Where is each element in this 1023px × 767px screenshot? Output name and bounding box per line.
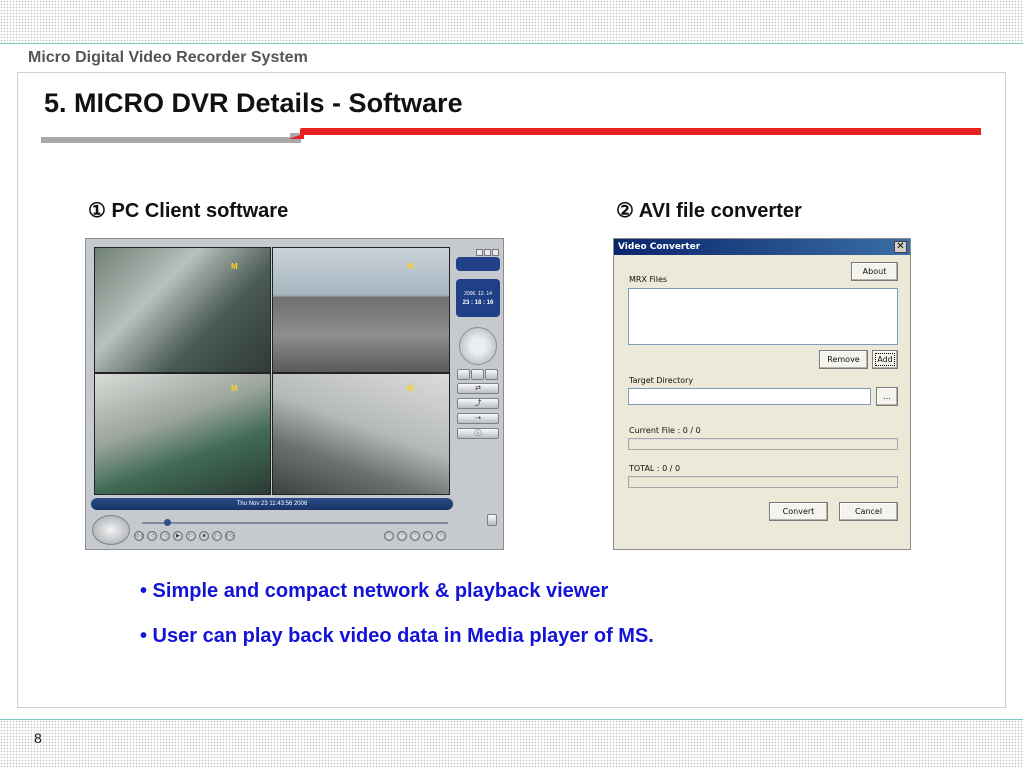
step-forward-button[interactable]: ▷ [186,531,196,541]
target-directory-input[interactable] [628,388,871,405]
split-1-button[interactable] [457,369,470,380]
convert-button[interactable]: Convert [769,502,828,521]
info-icon[interactable]: ⓘ [457,428,499,439]
reverse-play-button[interactable]: ◁ [160,531,170,541]
date-text: 2006. 12. 14 [464,291,492,297]
dialog-title-bar: Video Converter [614,239,910,255]
about-button[interactable]: About [851,262,898,281]
status-bar-time: Thu Nov 23 11:43:56 2006 [91,498,453,510]
fast-forward-button[interactable]: ▷▷ [225,531,235,541]
title-underline-red [300,128,981,135]
camera-mark: M [407,262,414,271]
bottom-dotted-band [0,719,1023,767]
seek-handle[interactable] [164,519,171,526]
total-progress [628,476,898,488]
ptz-dial-icon[interactable] [459,327,497,365]
camera-view-1[interactable]: M [94,247,271,373]
camera-view-2[interactable]: M [272,247,450,373]
record-option-button[interactable]: ○ [384,531,394,541]
control-side-panel: 2006. 12. 14 23 : 18 : 16 ⇄ ⤴ ⇢ ⓘ [454,247,501,495]
title-underline-gray [41,137,301,143]
mode-indicator [456,257,500,271]
camera-mark: M [231,262,238,271]
current-file-progress [628,438,898,450]
seek-bar[interactable] [142,522,448,524]
total-label: TOTAL : 0 / 0 [629,464,681,473]
presentation-header: Micro Digital Video Recorder System [28,49,308,66]
step-back-button[interactable]: ◁ [147,531,157,541]
pc-client-window: M M M M 2006. 12. 14 23 : 18 : 16 ⇄ ⤴ ⇢ … [85,238,504,550]
avi-converter-caption: ② AVI file converter [616,200,802,222]
play-button[interactable]: ▶ [173,531,183,541]
current-file-label: Current File : 0 / 0 [629,426,701,435]
record-option-button[interactable]: ○ [410,531,420,541]
mrx-files-label: MRX Files [629,275,668,284]
fast-rewind-button[interactable]: ◁◁ [134,531,144,541]
page-number: 8 [34,730,42,746]
time-text: 23 : 18 : 16 [462,300,494,306]
cancel-button[interactable]: Cancel [839,502,898,521]
browse-button[interactable]: ... [876,387,898,406]
next-button[interactable]: ▷ [212,531,222,541]
export-icon[interactable]: ⤴ [457,398,499,409]
target-directory-label: Target Directory [629,376,694,385]
remove-button[interactable]: Remove [819,350,868,369]
feature-bullet: • Simple and compact network & playback … [140,580,609,602]
network-icon[interactable]: ⇢ [457,413,499,424]
dialog-title: Video Converter [618,242,701,252]
clock-icon[interactable] [92,515,130,545]
top-dotted-band [0,0,1023,44]
camera-mark: M [231,384,238,393]
close-icon[interactable] [492,249,499,256]
record-option-button[interactable]: ○ [423,531,433,541]
lock-icon[interactable] [487,514,497,526]
datetime-display: 2006. 12. 14 23 : 18 : 16 [456,279,500,317]
slide-title: 5. MICRO DVR Details - Software [44,88,463,118]
mrx-files-list[interactable] [628,288,898,345]
maximize-icon[interactable] [484,249,491,256]
split-9-button[interactable] [485,369,498,380]
camera-view-4[interactable]: M [272,373,450,495]
pc-client-caption: ① PC Client software [88,200,289,222]
feature-bullet: • User can play back video data in Media… [140,625,654,647]
stop-button[interactable]: ■ [199,531,209,541]
add-button[interactable]: Add [872,350,898,369]
close-button[interactable]: ✕ [894,241,907,253]
record-option-button[interactable]: ○ [397,531,407,541]
camera-view-3[interactable]: M [94,373,271,495]
minimize-icon[interactable] [476,249,483,256]
video-converter-dialog: Video Converter ✕ About MRX Files Remove… [613,238,911,550]
swap-icon[interactable]: ⇄ [457,383,499,394]
record-option-button[interactable]: ○ [436,531,446,541]
camera-mark: M [407,384,414,393]
feature-bullet-list: • Simple and compact network & playback … [140,580,654,670]
split-4-button[interactable] [471,369,484,380]
